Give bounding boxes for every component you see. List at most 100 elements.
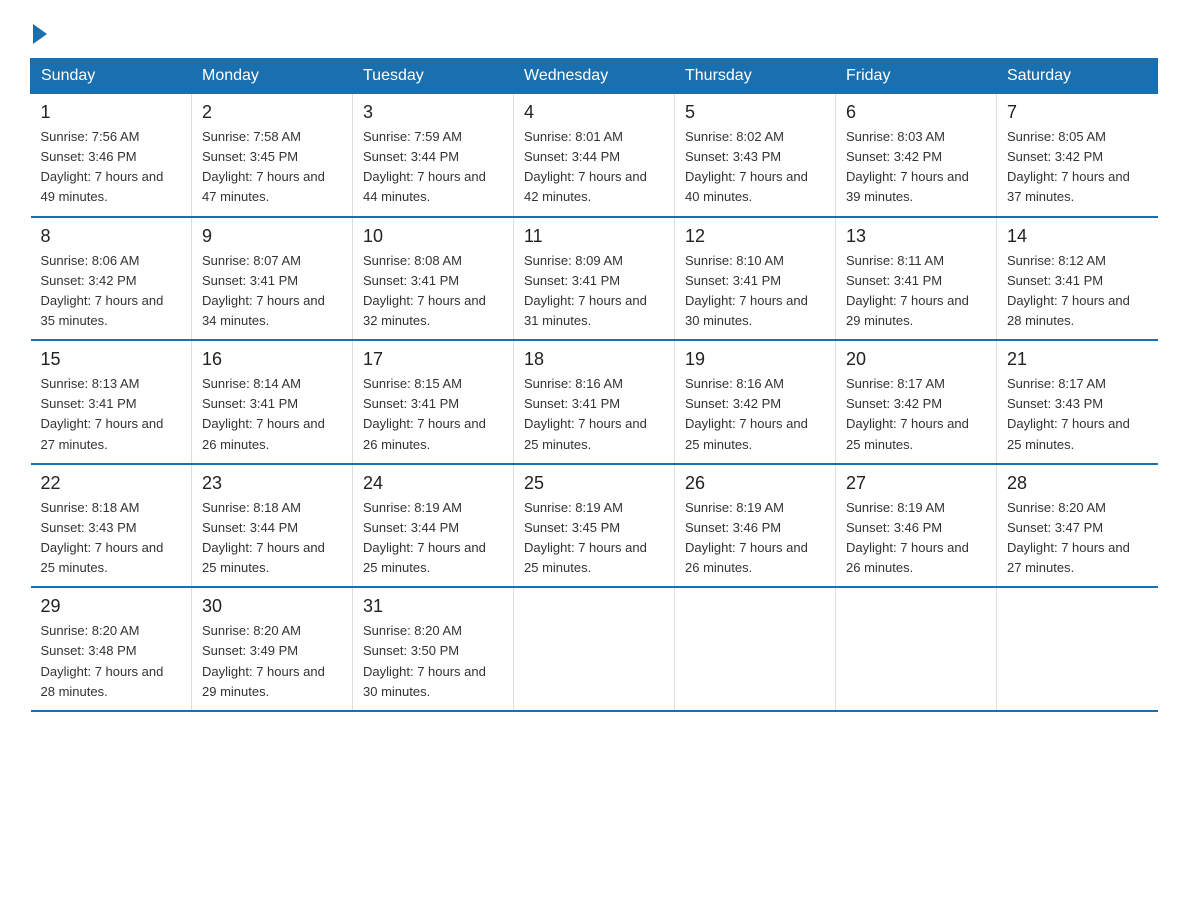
calendar-day-cell: 25 Sunrise: 8:19 AMSunset: 3:45 PMDayligh… [514, 464, 675, 588]
day-info: Sunrise: 7:59 AMSunset: 3:44 PMDaylight:… [363, 127, 503, 208]
calendar-day-cell: 31 Sunrise: 8:20 AMSunset: 3:50 PMDayligh… [353, 587, 514, 711]
day-number: 21 [1007, 349, 1148, 370]
day-info: Sunrise: 8:11 AMSunset: 3:41 PMDaylight:… [846, 251, 986, 332]
calendar-day-cell: 30 Sunrise: 8:20 AMSunset: 3:49 PMDayligh… [192, 587, 353, 711]
calendar-table: SundayMondayTuesdayWednesdayThursdayFrid… [30, 58, 1158, 712]
day-info: Sunrise: 8:10 AMSunset: 3:41 PMDaylight:… [685, 251, 825, 332]
day-info: Sunrise: 8:13 AMSunset: 3:41 PMDaylight:… [41, 374, 182, 455]
day-info: Sunrise: 8:19 AMSunset: 3:44 PMDaylight:… [363, 498, 503, 579]
calendar-day-cell: 22Sunrise: 8:18 AMSunset: 3:43 PMDayligh… [31, 464, 192, 588]
calendar-day-cell: 14Sunrise: 8:12 AMSunset: 3:41 PMDayligh… [997, 217, 1158, 341]
calendar-day-cell: 18Sunrise: 8:16 AMSunset: 3:41 PMDayligh… [514, 340, 675, 464]
calendar-day-cell: 26 Sunrise: 8:19 AMSunset: 3:46 PMDayligh… [675, 464, 836, 588]
day-number: 9 [202, 226, 342, 247]
calendar-day-cell: 11 Sunrise: 8:09 AMSunset: 3:41 PMDayligh… [514, 217, 675, 341]
calendar-day-cell: 28 Sunrise: 8:20 AMSunset: 3:47 PMDayligh… [997, 464, 1158, 588]
calendar-day-cell: 2 Sunrise: 7:58 AMSunset: 3:45 PMDaylight… [192, 94, 353, 217]
day-number: 31 [363, 596, 503, 617]
day-info: Sunrise: 8:05 AMSunset: 3:42 PMDaylight:… [1007, 127, 1148, 208]
calendar-header-friday: Friday [836, 59, 997, 94]
calendar-day-cell: 7 Sunrise: 8:05 AMSunset: 3:42 PMDaylight… [997, 94, 1158, 217]
calendar-day-cell: 4 Sunrise: 8:01 AMSunset: 3:44 PMDaylight… [514, 94, 675, 217]
calendar-header-row: SundayMondayTuesdayWednesdayThursdayFrid… [31, 59, 1158, 94]
day-number: 25 [524, 473, 664, 494]
calendar-header-sunday: Sunday [31, 59, 192, 94]
day-number: 11 [524, 226, 664, 247]
day-info: Sunrise: 8:19 AMSunset: 3:46 PMDaylight:… [846, 498, 986, 579]
day-info: Sunrise: 8:07 AMSunset: 3:41 PMDaylight:… [202, 251, 342, 332]
day-info: Sunrise: 8:17 AMSunset: 3:43 PMDaylight:… [1007, 374, 1148, 455]
day-number: 26 [685, 473, 825, 494]
day-info: Sunrise: 8:03 AMSunset: 3:42 PMDaylight:… [846, 127, 986, 208]
day-info: Sunrise: 8:20 AMSunset: 3:49 PMDaylight:… [202, 621, 342, 702]
calendar-week-row: 22Sunrise: 8:18 AMSunset: 3:43 PMDayligh… [31, 464, 1158, 588]
calendar-day-cell [997, 587, 1158, 711]
day-info: Sunrise: 8:20 AMSunset: 3:47 PMDaylight:… [1007, 498, 1148, 579]
day-number: 24 [363, 473, 503, 494]
day-number: 14 [1007, 226, 1148, 247]
calendar-week-row: 15 Sunrise: 8:13 AMSunset: 3:41 PMDayligh… [31, 340, 1158, 464]
day-info: Sunrise: 8:17 AMSunset: 3:42 PMDaylight:… [846, 374, 986, 455]
calendar-day-cell: 29 Sunrise: 8:20 AMSunset: 3:48 PMDayligh… [31, 587, 192, 711]
calendar-day-cell: 10 Sunrise: 8:08 AMSunset: 3:41 PMDayligh… [353, 217, 514, 341]
calendar-day-cell [675, 587, 836, 711]
day-number: 16 [202, 349, 342, 370]
day-number: 18 [524, 349, 664, 370]
calendar-week-row: 8 Sunrise: 8:06 AMSunset: 3:42 PMDaylight… [31, 217, 1158, 341]
calendar-day-cell: 15 Sunrise: 8:13 AMSunset: 3:41 PMDayligh… [31, 340, 192, 464]
calendar-day-cell [514, 587, 675, 711]
day-number: 6 [846, 102, 986, 123]
logo [30, 20, 47, 40]
page-header [30, 20, 1158, 40]
day-info: Sunrise: 8:09 AMSunset: 3:41 PMDaylight:… [524, 251, 664, 332]
day-info: Sunrise: 8:18 AMSunset: 3:43 PMDaylight:… [41, 498, 182, 579]
day-info: Sunrise: 8:19 AMSunset: 3:45 PMDaylight:… [524, 498, 664, 579]
day-number: 7 [1007, 102, 1148, 123]
day-number: 8 [41, 226, 182, 247]
calendar-day-cell: 3Sunrise: 7:59 AMSunset: 3:44 PMDaylight… [353, 94, 514, 217]
day-number: 10 [363, 226, 503, 247]
day-info: Sunrise: 8:20 AMSunset: 3:50 PMDaylight:… [363, 621, 503, 702]
day-number: 5 [685, 102, 825, 123]
calendar-header-thursday: Thursday [675, 59, 836, 94]
calendar-header-wednesday: Wednesday [514, 59, 675, 94]
calendar-week-row: 29 Sunrise: 8:20 AMSunset: 3:48 PMDayligh… [31, 587, 1158, 711]
day-info: Sunrise: 8:15 AMSunset: 3:41 PMDaylight:… [363, 374, 503, 455]
calendar-day-cell: 13 Sunrise: 8:11 AMSunset: 3:41 PMDayligh… [836, 217, 997, 341]
calendar-day-cell: 1 Sunrise: 7:56 AMSunset: 3:46 PMDaylight… [31, 94, 192, 217]
calendar-day-cell: 12 Sunrise: 8:10 AMSunset: 3:41 PMDayligh… [675, 217, 836, 341]
day-number: 30 [202, 596, 342, 617]
day-info: Sunrise: 8:20 AMSunset: 3:48 PMDaylight:… [41, 621, 182, 702]
calendar-day-cell: 19Sunrise: 8:16 AMSunset: 3:42 PMDayligh… [675, 340, 836, 464]
day-number: 27 [846, 473, 986, 494]
calendar-day-cell: 23Sunrise: 8:18 AMSunset: 3:44 PMDayligh… [192, 464, 353, 588]
day-number: 29 [41, 596, 182, 617]
day-number: 28 [1007, 473, 1148, 494]
calendar-header-saturday: Saturday [997, 59, 1158, 94]
day-number: 13 [846, 226, 986, 247]
calendar-day-cell: 20Sunrise: 8:17 AMSunset: 3:42 PMDayligh… [836, 340, 997, 464]
calendar-header-tuesday: Tuesday [353, 59, 514, 94]
day-number: 1 [41, 102, 182, 123]
day-number: 12 [685, 226, 825, 247]
day-info: Sunrise: 8:06 AMSunset: 3:42 PMDaylight:… [41, 251, 182, 332]
day-number: 17 [363, 349, 503, 370]
day-info: Sunrise: 8:08 AMSunset: 3:41 PMDaylight:… [363, 251, 503, 332]
calendar-day-cell: 17 Sunrise: 8:15 AMSunset: 3:41 PMDayligh… [353, 340, 514, 464]
day-info: Sunrise: 7:58 AMSunset: 3:45 PMDaylight:… [202, 127, 342, 208]
calendar-day-cell: 16Sunrise: 8:14 AMSunset: 3:41 PMDayligh… [192, 340, 353, 464]
day-info: Sunrise: 7:56 AMSunset: 3:46 PMDaylight:… [41, 127, 182, 208]
day-info: Sunrise: 8:19 AMSunset: 3:46 PMDaylight:… [685, 498, 825, 579]
day-info: Sunrise: 8:16 AMSunset: 3:42 PMDaylight:… [685, 374, 825, 455]
calendar-day-cell: 24 Sunrise: 8:19 AMSunset: 3:44 PMDayligh… [353, 464, 514, 588]
logo-arrow-icon [33, 24, 47, 44]
calendar-day-cell: 5Sunrise: 8:02 AMSunset: 3:43 PMDaylight… [675, 94, 836, 217]
day-info: Sunrise: 8:01 AMSunset: 3:44 PMDaylight:… [524, 127, 664, 208]
calendar-day-cell: 27 Sunrise: 8:19 AMSunset: 3:46 PMDayligh… [836, 464, 997, 588]
calendar-day-cell: 8 Sunrise: 8:06 AMSunset: 3:42 PMDaylight… [31, 217, 192, 341]
day-number: 4 [524, 102, 664, 123]
calendar-day-cell: 9 Sunrise: 8:07 AMSunset: 3:41 PMDaylight… [192, 217, 353, 341]
calendar-day-cell: 21 Sunrise: 8:17 AMSunset: 3:43 PMDayligh… [997, 340, 1158, 464]
day-number: 2 [202, 102, 342, 123]
day-number: 15 [41, 349, 182, 370]
